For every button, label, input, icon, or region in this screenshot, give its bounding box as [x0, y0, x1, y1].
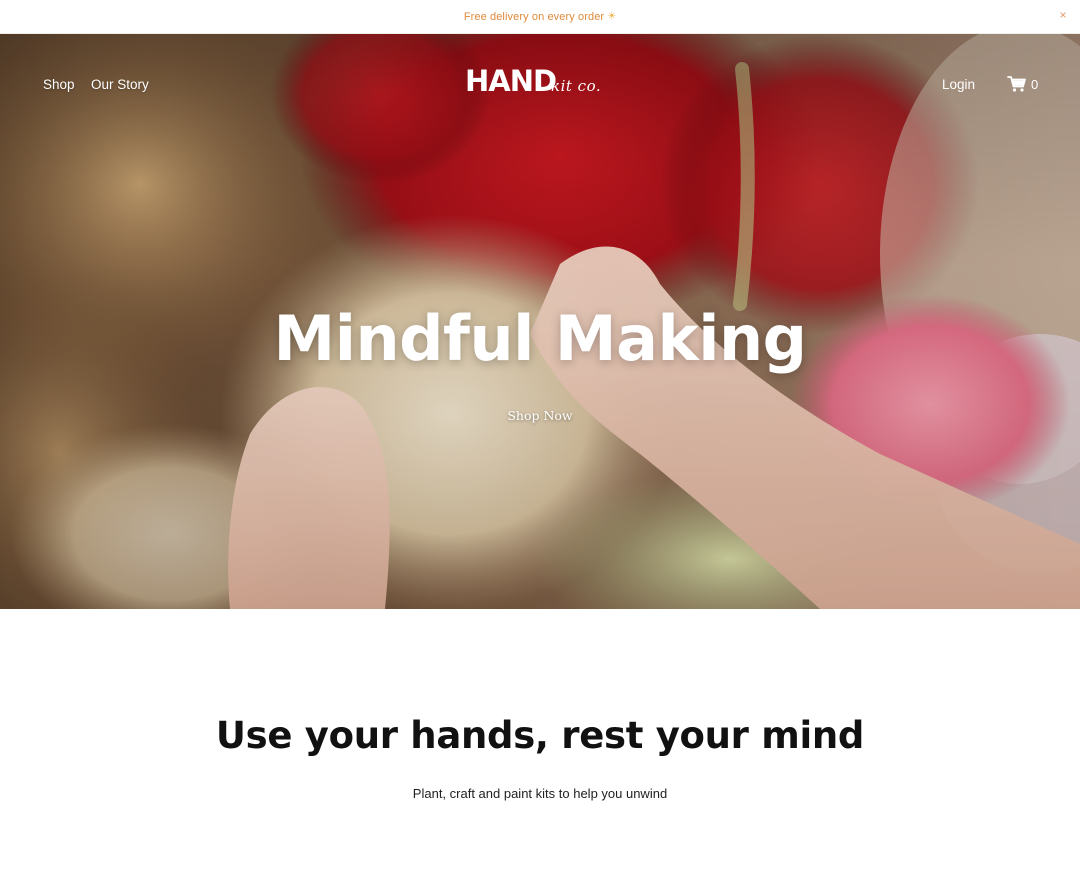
nav-shop-link[interactable]: Shop [43, 77, 75, 92]
shop-now-button[interactable]: Shop Now [0, 408, 1080, 423]
login-link[interactable]: Login [942, 77, 975, 92]
intro-subtitle: Plant, craft and paint kits to help you … [412, 786, 668, 801]
cart-button[interactable]: 0 [1007, 75, 1038, 93]
close-icon[interactable]: × [1056, 8, 1070, 22]
intro-title: Use your hands, rest your mind [215, 714, 865, 757]
cart-icon [1007, 76, 1026, 92]
site-logo[interactable]: HAND kit co. [465, 64, 601, 104]
announcement-bar: Free delivery on every order ☀ × [0, 0, 1080, 34]
hero-banner: Shop Our Story HAND kit co. Login 0 Mind… [0, 34, 1080, 609]
cart-count: 0 [1031, 76, 1039, 92]
main-nav: Shop Our Story HAND kit co. Login 0 [0, 34, 1080, 138]
hero-title: Mindful Making [273, 302, 807, 375]
nav-our-story-link[interactable]: Our Story [91, 77, 149, 92]
announcement-text: Free delivery on every order [463, 10, 605, 23]
sun-icon: ☀ [607, 11, 617, 22]
logo-primary-text: HAND [465, 64, 557, 98]
logo-secondary-text: kit co. [551, 77, 602, 95]
